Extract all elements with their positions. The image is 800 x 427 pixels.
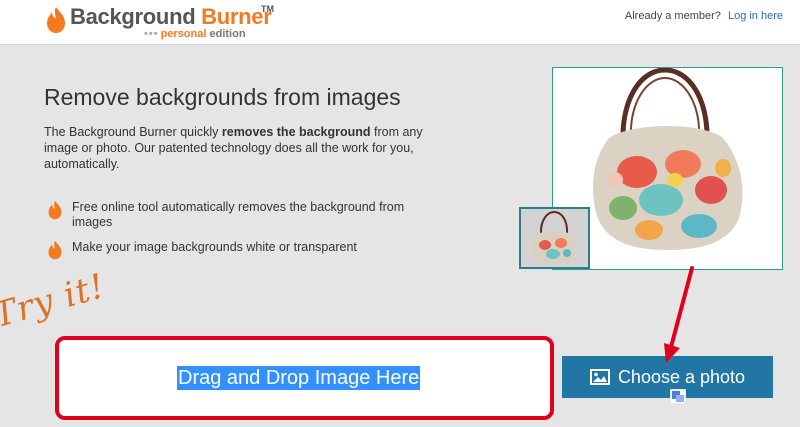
brand-word-1: Background (70, 4, 196, 29)
edition-suffix: edition (209, 28, 246, 40)
member-prompt: Already a member? (624, 10, 721, 22)
flame-icon (48, 200, 62, 220)
brand-dots: ••• (144, 28, 159, 40)
drop-zone[interactable]: Drag and Drop Image Here (55, 336, 554, 420)
image-icon (589, 369, 610, 385)
translate-icon[interactable] (670, 389, 686, 404)
flame-icon (47, 7, 65, 33)
brand-edition: ••• personal edition (144, 28, 246, 40)
page-title: Remove backgrounds from images (44, 84, 401, 110)
page: Background Burner TM ••• personal edition… (0, 0, 800, 427)
feature-text: Make your image backgrounds white or tra… (72, 240, 357, 254)
trademark-mark: TM (261, 4, 274, 14)
login-link[interactable]: Log in here (728, 10, 783, 22)
member-login: Already a member? Log in here (625, 10, 783, 22)
brand-logo[interactable]: Background Burner TM ••• personal edition (44, 2, 284, 42)
feature-item: Free online tool automatically removes t… (44, 200, 444, 232)
edition-prefix: personal (160, 28, 207, 40)
try-it-annotation: Try it! (0, 266, 110, 336)
site-header: Background Burner TM ••• personal edition… (0, 0, 800, 45)
choose-photo-label: Choose a photo (617, 366, 746, 387)
feature-item: Make your image backgrounds white or tra… (44, 240, 444, 260)
intro-before: The Background Burner quickly (44, 125, 222, 139)
brand-name: Background Burner (70, 4, 272, 30)
feature-text: Free online tool automatically removes t… (72, 200, 405, 229)
intro-text: The Background Burner quickly removes th… (44, 124, 444, 172)
example-original-thumbnail (519, 207, 590, 269)
drop-zone-label: Drag and Drop Image Here (177, 366, 421, 390)
handbag-thumbnail (521, 209, 588, 267)
flame-icon (48, 240, 62, 260)
intro-bold: removes the background (221, 125, 371, 139)
arrow-icon (664, 266, 694, 363)
